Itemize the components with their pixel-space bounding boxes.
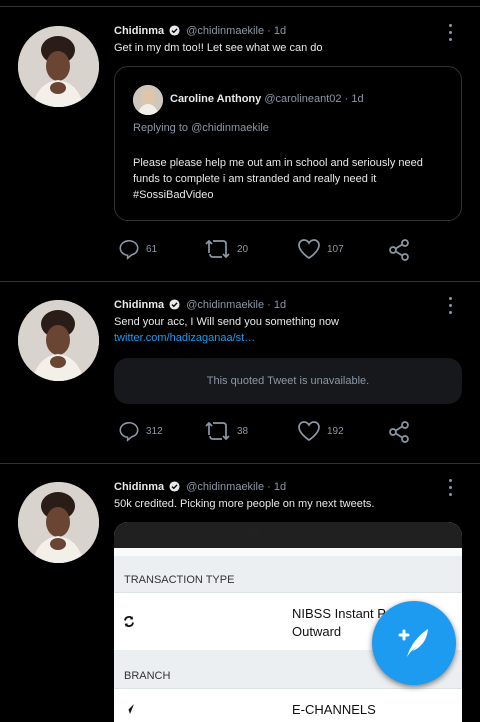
author-avatar[interactable] — [18, 300, 99, 381]
retweet-count: 38 — [237, 425, 249, 437]
quoted-header: Caroline Anthony @carolineant02 · 1d — [170, 93, 364, 105]
receipt-section-label: TRANSACTION TYPE — [124, 574, 235, 586]
top-divider — [0, 6, 480, 7]
quoted-author-name: Caroline Anthony — [170, 93, 262, 105]
receipt-date-text: 5th Apr 2021 — [264, 528, 327, 540]
tweet-actions: 61 20 107 — [0, 238, 480, 264]
receipt-row-value: E-CHANNELS — [292, 702, 376, 717]
tweet-header: Chidinma @chidinmaekile · 1d — [114, 481, 286, 493]
retweet-icon — [205, 421, 230, 441]
author-handle[interactable]: @chidinmaekile — [186, 25, 264, 37]
verified-icon — [169, 299, 180, 310]
more-icon[interactable] — [446, 479, 454, 499]
receipt-section-label: BRANCH — [124, 670, 171, 682]
share-button[interactable] — [387, 238, 417, 262]
retweet-button[interactable]: 20 — [205, 238, 248, 260]
tweet-link[interactable]: twitter.com/hadizaganaa/st… — [114, 332, 255, 344]
reply-count: 312 — [146, 425, 163, 437]
tweet-time: · 1d — [267, 299, 287, 311]
like-button[interactable]: 107 — [297, 238, 344, 260]
tweet-actions: 312 38 192 — [0, 420, 480, 446]
refresh-icon — [124, 616, 134, 627]
like-icon — [298, 239, 320, 260]
tweet-text: 50k credited. Picking more people on my … — [114, 498, 375, 510]
retweet-button[interactable]: 38 — [205, 420, 248, 442]
author-name[interactable]: Chidinma — [114, 25, 164, 37]
tweet-text-content: Send your acc, I Will send you something… — [114, 316, 340, 328]
more-icon[interactable] — [446, 297, 454, 317]
verified-icon — [169, 25, 180, 36]
reply-icon — [119, 421, 139, 442]
share-icon — [389, 239, 409, 261]
retweet-icon — [205, 239, 230, 259]
receipt-date: 5th Apr 2021 — [114, 528, 462, 540]
tweet-header: Chidinma @chidinmaekile · 1d — [114, 299, 286, 311]
like-button[interactable]: 192 — [297, 420, 344, 442]
calendar-icon — [249, 528, 260, 539]
more-icon[interactable] — [446, 24, 454, 44]
like-icon — [298, 421, 320, 442]
quoted-author-avatar — [133, 85, 163, 115]
send-icon — [124, 704, 134, 714]
share-icon — [389, 421, 409, 443]
quoted-time: · 1d — [344, 93, 364, 105]
author-handle[interactable]: @chidinmaekile — [186, 481, 264, 493]
quoted-tweet-unavailable: This quoted Tweet is unavailable. — [114, 358, 462, 404]
retweet-count: 20 — [237, 243, 249, 255]
reply-button[interactable]: 312 — [118, 420, 163, 442]
receipt-row: E-CHANNELS — [114, 688, 462, 722]
author-handle[interactable]: @chidinmaekile — [186, 299, 264, 311]
share-button[interactable] — [387, 420, 417, 444]
reply-count: 61 — [146, 243, 158, 255]
like-count: 107 — [327, 243, 344, 255]
tweet-text: Send your acc, I Will send you something… — [114, 314, 414, 346]
quoted-tweet[interactable]: Caroline Anthony @carolineant02 · 1d Rep… — [114, 66, 462, 221]
quoted-author-handle: @carolineant02 — [264, 93, 342, 105]
quoted-text: Please please help me out am in school a… — [133, 157, 423, 201]
author-avatar[interactable] — [18, 482, 99, 563]
replying-to: Replying to @chidinmaekile — [133, 122, 269, 134]
tweet-time: · 1d — [267, 25, 287, 37]
receipt-section: TRANSACTION TYPE — [114, 556, 462, 592]
tweet-time: · 1d — [267, 481, 287, 493]
tweet-text: Get in my dm too!! Let see what we can d… — [114, 42, 323, 54]
reply-icon — [119, 239, 139, 260]
tweet-divider — [0, 281, 480, 282]
compose-icon — [398, 629, 428, 657]
author-name[interactable]: Chidinma — [114, 299, 164, 311]
verified-icon — [169, 481, 180, 492]
tweet-divider — [0, 463, 480, 464]
tweet-header: Chidinma @chidinmaekile · 1d — [114, 25, 286, 37]
author-name[interactable]: Chidinma — [114, 481, 164, 493]
like-count: 192 — [327, 425, 344, 437]
reply-button[interactable]: 61 — [118, 238, 157, 260]
author-avatar[interactable] — [18, 26, 99, 107]
compose-button[interactable] — [372, 601, 456, 685]
